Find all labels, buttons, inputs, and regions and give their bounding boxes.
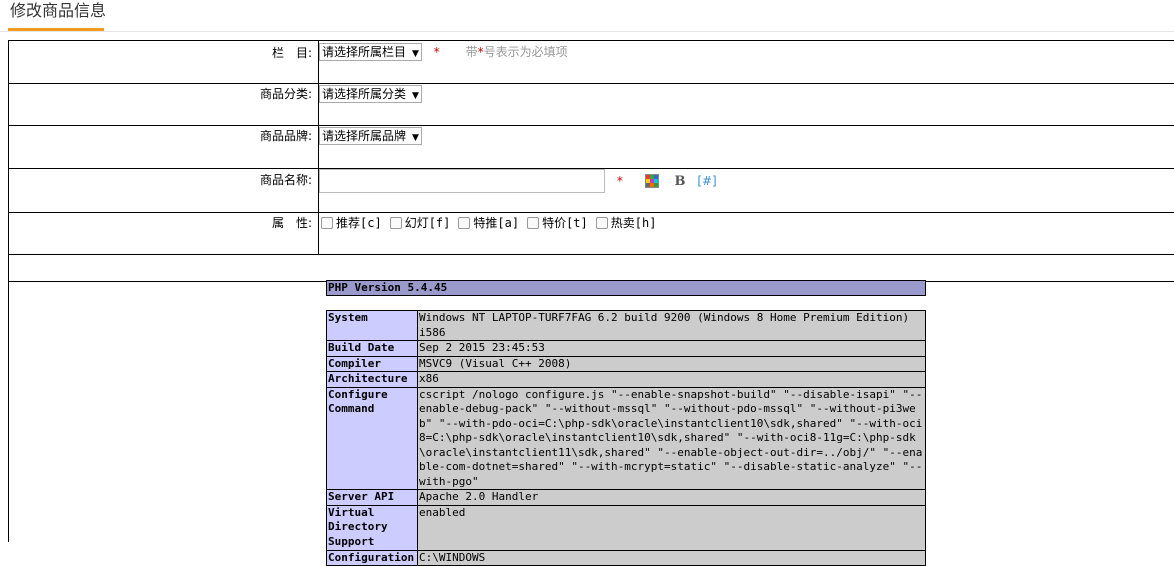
table-row: System Windows NT LAPTOP-TURF7FAG 6.2 bui…	[326, 310, 926, 341]
phpinfo-panel: PHP Version 5.4.45 System Windows NT LAPT…	[326, 280, 926, 566]
info-value: enabled	[417, 504, 926, 551]
info-key: Configuration	[326, 549, 418, 566]
checkbox-featured[interactable]	[458, 216, 471, 229]
phpinfo-table: System Windows NT LAPTOP-TURF7FAG 6.2 bui…	[326, 310, 926, 566]
row-name: 商品名称: * B [#]	[8, 169, 1174, 213]
page-title: 修改商品信息	[10, 1, 107, 20]
table-row: Server API Apache 2.0 Handler	[326, 489, 926, 506]
checkbox-slideshow[interactable]	[389, 216, 402, 229]
info-value: Apache 2.0 Handler	[417, 489, 926, 506]
attr-label-special-price: 特价[t]	[542, 215, 588, 230]
attributes-label: 属 性:	[9, 213, 319, 254]
name-label: 商品名称:	[9, 169, 319, 212]
required-mark: *	[616, 174, 623, 188]
attr-label-featured: 特推[a]	[473, 215, 520, 230]
info-key: Configure Command	[326, 386, 418, 490]
column-label: 栏 目:	[9, 41, 319, 83]
table-row: Compiler MSVC9 (Visual C++ 2008)	[326, 355, 926, 372]
title-link-button[interactable]: [#]	[697, 174, 716, 188]
required-hint: 带*号表示为必填项	[466, 45, 568, 59]
attribute-checkbox-group: 推荐[c] 幻灯[f] 特推[a] 特价[t] 热卖[h]	[319, 213, 1174, 254]
hint-prefix: 带	[465, 45, 478, 59]
info-key: Architecture	[326, 371, 418, 388]
info-key: Server API	[326, 489, 418, 506]
title-divider	[0, 31, 1174, 32]
brand-select-value: 请选择所属品牌	[322, 129, 407, 143]
info-key: Compiler	[326, 355, 418, 372]
chevron-down-icon: ▼	[412, 49, 419, 59]
checkbox-recommend[interactable]	[321, 216, 333, 229]
category-label: 商品分类:	[9, 84, 319, 125]
table-row: Virtual Directory Support enabled	[326, 504, 926, 551]
info-value: Sep 2 2015 23:45:53	[417, 340, 926, 357]
brand-label: 商品品牌:	[9, 126, 319, 168]
category-select[interactable]: 请选择所属分类 ▼	[319, 85, 422, 103]
goods-name-input[interactable]	[319, 169, 605, 193]
info-value: x86	[417, 371, 926, 388]
row-brand: 商品品牌: 请选择所属品牌 ▼	[8, 126, 1174, 169]
attr-label-hot-sale: 热卖[h]	[610, 215, 657, 230]
column-select[interactable]: 请选择所属栏目 ▼	[319, 43, 422, 61]
column-select-value: 请选择所属栏目	[322, 45, 407, 59]
php-version-header: PHP Version 5.4.45	[326, 280, 926, 296]
brand-select[interactable]: 请选择所属品牌 ▼	[319, 127, 422, 145]
row-attributes: 属 性: 推荐[c] 幻灯[f] 特推[a] 特价[t] 热卖[h]	[8, 213, 1174, 255]
hint-suffix: 号表示为必填项	[483, 45, 568, 59]
info-key: Build Date	[326, 340, 418, 357]
info-key: System	[326, 310, 418, 341]
table-row: Architecture x86	[326, 371, 926, 388]
required-mark: *	[433, 45, 440, 59]
row-column: 栏 目: 请选择所属栏目 ▼ * 带*号表示为必填项	[8, 41, 1174, 84]
color-picker-icon[interactable]	[644, 174, 659, 188]
row-category: 商品分类: 请选择所属分类 ▼	[8, 84, 1174, 126]
attr-label-slideshow: 幻灯[f]	[404, 215, 451, 230]
table-row: Configuration C:\WINDOWS	[326, 549, 926, 566]
chevron-down-icon: ▼	[412, 133, 419, 143]
info-value: cscript /nologo configure.js "--enable-s…	[417, 386, 926, 490]
info-key: Virtual Directory Support	[326, 504, 418, 551]
chevron-down-icon: ▼	[412, 91, 419, 101]
row-spacer	[8, 255, 1174, 282]
info-value: Windows NT LAPTOP-TURF7FAG 6.2 build 920…	[417, 310, 926, 341]
category-select-value: 请选择所属分类	[322, 87, 407, 101]
checkbox-hot-sale[interactable]	[595, 216, 608, 229]
info-value: MSVC9 (Visual C++ 2008)	[417, 355, 926, 372]
info-value: C:\WINDOWS	[417, 549, 926, 566]
attr-label-recommend: 推荐[c]	[336, 215, 382, 230]
table-row: Build Date Sep 2 2015 23:45:53	[326, 340, 926, 357]
checkbox-special-price[interactable]	[527, 216, 540, 229]
table-row: Configure Command cscript /nologo configu…	[326, 386, 926, 490]
bold-toggle[interactable]: B	[674, 174, 685, 189]
